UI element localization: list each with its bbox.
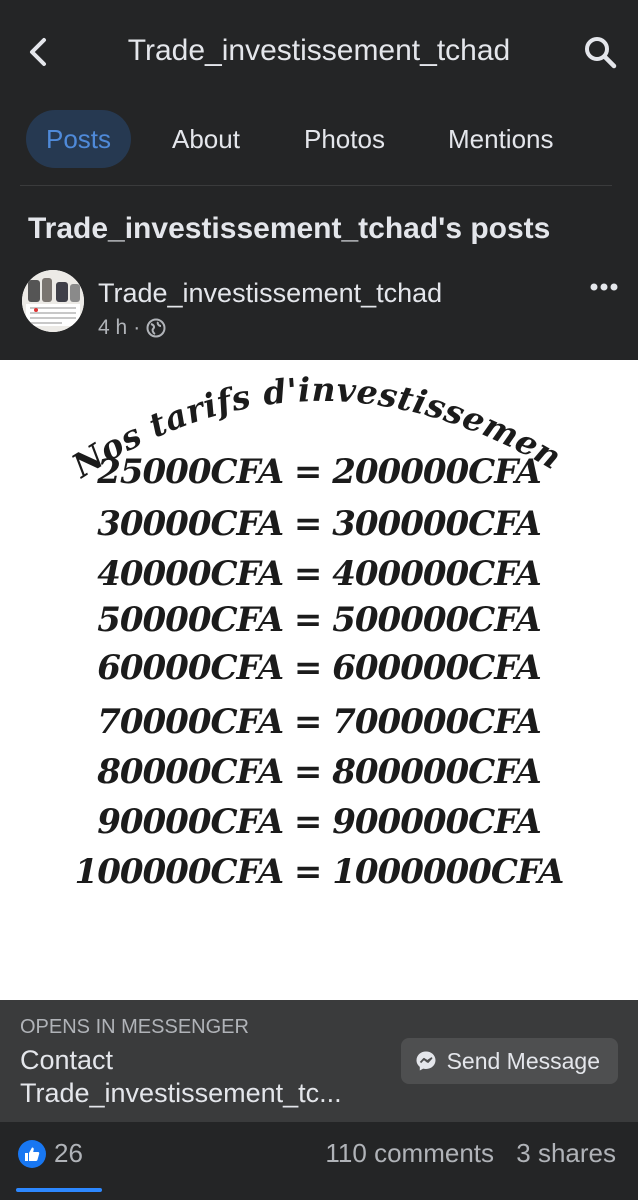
reactions-bar: 26 110 comments 3 shares [0, 1122, 638, 1200]
rate-row: 70000CFA = 700000CFA [97, 702, 542, 742]
messenger-icon [416, 1051, 436, 1071]
page-title: Trade_investissement_tchad [127, 34, 511, 67]
rate-row: 25000CFA = 200000CFA [97, 452, 542, 492]
page-tabs: Posts About Photos Mentions [0, 100, 638, 186]
avatar-image [22, 270, 84, 332]
tab-about[interactable]: About [172, 110, 240, 168]
search-icon[interactable] [582, 34, 618, 70]
rate-row: 100000CFA = 1000000CFA [74, 852, 565, 892]
rate-row: 90000CFA = 900000CFA [97, 802, 542, 842]
post-time[interactable]: 4 h [98, 316, 127, 340]
send-message-button[interactable]: Send Message [400, 1038, 618, 1084]
comments-count[interactable]: 110 comments [325, 1138, 494, 1169]
post-author[interactable]: Trade_investissement_tchad [98, 278, 442, 309]
avatar[interactable] [22, 270, 84, 332]
rate-row: 80000CFA = 800000CFA [97, 752, 542, 792]
scroll-indicator [16, 1188, 102, 1192]
cta-title: Contact Trade_investissement_tc... [20, 1045, 342, 1108]
messenger-cta[interactable]: OPENS IN MESSENGER Contact Trade_investi… [0, 1000, 638, 1122]
top-bar: Trade_investissement_tchad [0, 0, 638, 100]
divider [20, 185, 612, 186]
cta-kicker: OPENS IN MESSENGER [20, 1016, 249, 1038]
post-meta: 4 h · [98, 316, 166, 340]
rate-row: 30000CFA = 300000CFA [97, 504, 542, 544]
meta-separator: · [133, 316, 141, 339]
like-count[interactable]: 26 [54, 1138, 83, 1169]
tab-mentions[interactable]: Mentions [448, 110, 554, 168]
tab-photos[interactable]: Photos [304, 110, 385, 168]
rate-row: 40000CFA = 400000CFA [97, 554, 542, 594]
more-icon[interactable] [590, 282, 618, 292]
rate-row: 50000CFA = 500000CFA [97, 600, 542, 640]
rate-row: 60000CFA = 600000CFA [97, 648, 542, 688]
section-title: Trade_investissement_tchad's posts [28, 212, 551, 245]
send-message-label: Send Message [446, 1047, 600, 1074]
shares-count[interactable]: 3 shares [516, 1138, 616, 1169]
tab-posts[interactable]: Posts [26, 110, 132, 168]
globe-icon [146, 318, 166, 338]
post-image[interactable]: Nos tarifs d'investissement 25000CFA = 2… [0, 360, 638, 1000]
like-icon [18, 1140, 46, 1168]
